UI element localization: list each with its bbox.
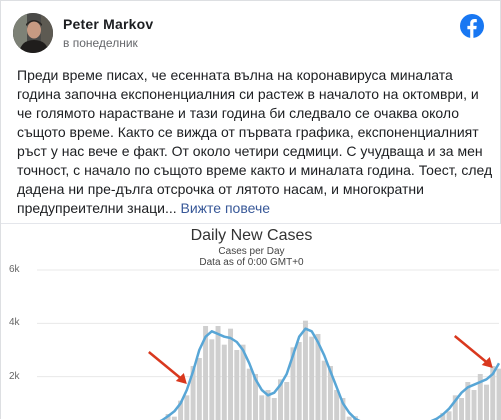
daily-case-bar	[303, 321, 308, 420]
daily-case-bar	[309, 337, 314, 420]
y-tick-label: 4k	[9, 317, 20, 328]
daily-case-bar	[216, 326, 221, 420]
post-header: Peter Markov в понеделник	[1, 1, 500, 61]
chart-image[interactable]: Daily New Cases Cases per Day Data as of…	[1, 224, 501, 420]
daily-case-bar	[228, 329, 233, 420]
user-photo-icon	[13, 13, 53, 53]
author-name[interactable]: Peter Markov	[63, 16, 153, 32]
red-arrow-icon	[455, 336, 493, 368]
daily-case-bar	[284, 382, 289, 420]
daily-case-bar	[197, 358, 202, 420]
y-tick-label: 2k	[9, 371, 20, 382]
daily-case-bar	[209, 339, 214, 420]
facebook-post: Peter Markov в понеделник Преди време пи…	[0, 0, 501, 419]
daily-case-bar	[222, 345, 227, 420]
daily-case-bar	[247, 369, 252, 420]
post-body-text: Преди време писах, че есенната вълна на …	[17, 67, 492, 216]
daily-case-bar	[272, 398, 277, 420]
daily-case-bar	[184, 395, 189, 420]
daily-case-bar	[322, 361, 327, 420]
red-arrow-icon	[149, 352, 187, 384]
daily-case-bar	[297, 342, 302, 420]
post-date[interactable]: в понеделник	[63, 36, 138, 50]
facebook-logo-icon[interactable]	[460, 14, 484, 38]
chart-plot	[1, 224, 501, 420]
daily-case-bar	[497, 369, 501, 420]
y-tick-label: 6k	[9, 264, 20, 275]
daily-case-bar	[234, 350, 239, 420]
daily-case-bar	[259, 395, 264, 420]
post-body: Преди време писах, че есенната вълна на …	[17, 66, 493, 218]
avatar[interactable]	[13, 13, 53, 53]
daily-case-bar	[472, 390, 477, 420]
see-more-link[interactable]: Вижте повече	[181, 200, 271, 216]
daily-case-bar	[484, 385, 489, 420]
daily-case-bar	[459, 398, 464, 420]
